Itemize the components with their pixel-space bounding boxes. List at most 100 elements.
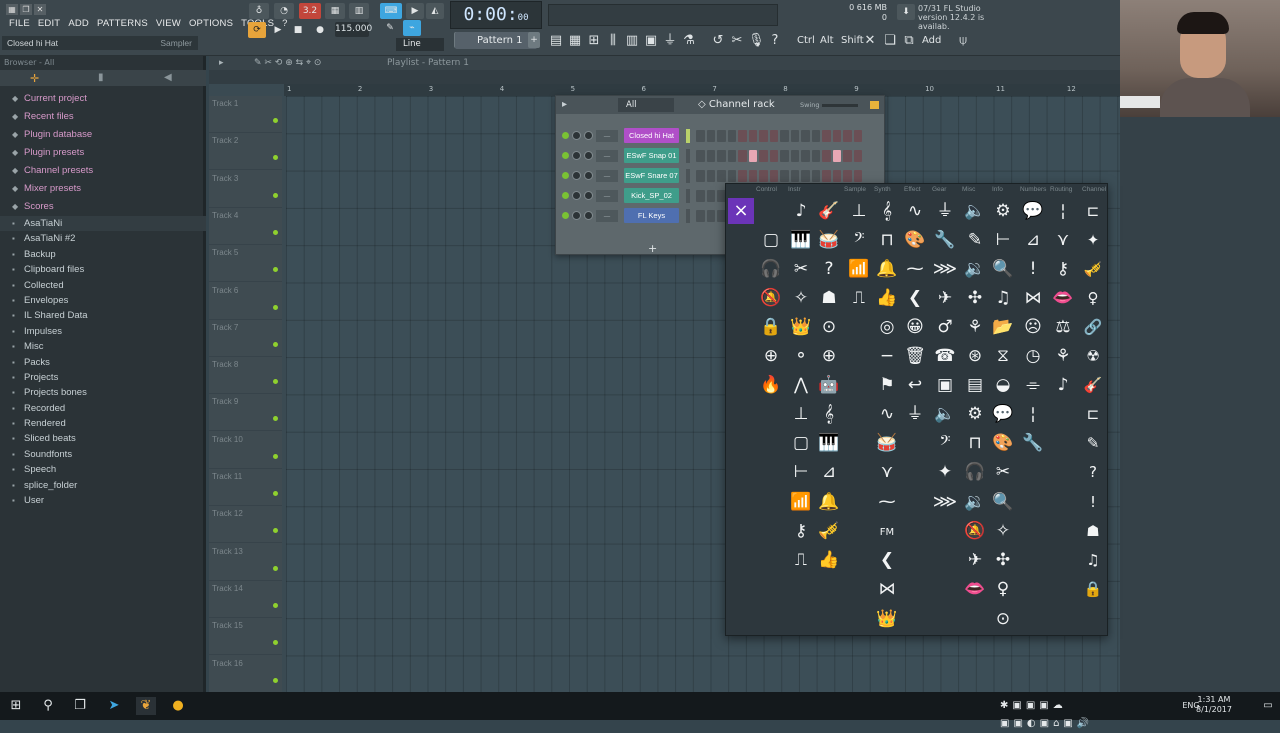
instrument-glyph-icon[interactable]: ⋎ [1050,227,1076,253]
instrument-glyph-icon[interactable]: ◷ [1020,343,1046,369]
instrument-glyph-icon[interactable]: 🎸 [816,198,842,224]
browser-star-icon[interactable]: ✛ [30,72,39,85]
channel-name-button[interactable]: Kick_SP_02 [624,188,679,203]
step-button[interactable] [811,150,820,162]
instrument-glyph-icon[interactable]: ⚷ [1050,256,1076,282]
track-mute-led[interactable] [273,677,278,683]
pan-knob[interactable] [572,171,581,180]
instrument-glyph-icon[interactable]: 📂 [990,314,1016,340]
instrument-glyph-icon[interactable]: ⋀ [788,372,814,398]
channel-rack-icon[interactable]: ▥ [624,32,640,50]
instrument-glyph-icon[interactable]: 🔔 [874,256,900,282]
track-header[interactable]: Track 13 [209,544,282,581]
instrument-glyph-icon[interactable]: 😀 [902,314,928,340]
browser-item[interactable]: ▪ Clipboard files [0,262,206,277]
cut-icon[interactable]: ✂ [729,32,745,50]
instrument-glyph-icon[interactable]: 🥁 [874,430,900,456]
channel-led[interactable] [562,152,569,159]
track-header[interactable]: Track 16 [209,656,282,693]
browser-item[interactable]: ◆ Mixer presets [0,180,206,198]
instrument-glyph-icon[interactable]: ⚬ [788,343,814,369]
loop-icon[interactable]: ▥ [349,3,369,19]
instrument-glyph-icon[interactable]: ♪ [1050,372,1076,398]
track-header[interactable]: Track 3 [209,171,282,208]
windows-start-icon[interactable]: ⊞ [6,697,26,715]
snap-icon[interactable]: ⌁ [403,20,421,36]
pencil-icon[interactable]: ✎ [381,20,399,36]
step-button[interactable] [769,150,778,162]
instrument-glyph-icon[interactable]: ! [1080,489,1106,515]
instrument-glyph-icon[interactable]: ⏚ [902,401,928,427]
instrument-glyph-icon[interactable]: 🗑 [902,343,928,369]
step-button[interactable] [780,150,789,162]
instrument-glyph-icon[interactable]: ⊿ [1020,227,1046,253]
step-button[interactable] [832,150,841,162]
instrument-glyph-icon[interactable]: 🔕 [962,518,988,544]
instrument-glyph-icon[interactable]: 🔔 [816,489,842,515]
track-mute-led[interactable] [273,341,278,347]
mic-icon[interactable]: 🎙 [748,32,765,50]
channel-select[interactable] [686,129,690,143]
pan-knob[interactable] [572,211,581,220]
instrument-glyph-icon[interactable]: ⎍ [788,547,814,573]
step-button[interactable] [759,130,768,142]
browser-item[interactable]: ▪ AsaTiaNi [0,216,206,232]
step-button[interactable] [759,170,768,182]
browser-item[interactable]: ▪ Projects [0,370,206,385]
step-button[interactable] [843,150,852,162]
step-button[interactable] [801,150,810,162]
recorder-taskbar-icon[interactable]: ● [168,697,188,715]
play-icon[interactable]: ▶ [270,22,286,38]
instrument-glyph-icon[interactable]: 🔒 [758,314,784,340]
undo-icon[interactable]: ↺ [710,32,726,50]
add-channel-button[interactable]: + [648,242,657,255]
instrument-glyph-icon[interactable]: 📶 [788,489,814,515]
pattern-selector[interactable]: Pattern 1 [455,32,537,49]
step-button[interactable] [738,170,747,182]
taskbar-clock[interactable]: 1:31 AM 8/1/2017 [1190,695,1238,715]
browser-file-icon[interactable]: ▮ [98,72,104,83]
instrument-glyph-icon[interactable]: − [874,343,900,369]
shift-key[interactable]: Shift [841,32,864,50]
ctrl-key[interactable]: Ctrl [797,32,815,50]
instrument-glyph-icon[interactable]: 🔧 [1020,430,1046,456]
instrument-glyph-icon[interactable]: 𝄢 [932,430,958,456]
step-button[interactable] [696,170,705,182]
wait-icon[interactable]: ◔ [274,3,294,19]
close-panel-icon[interactable]: ✕ [862,32,878,50]
step-button[interactable] [759,150,768,162]
tools-icon[interactable]: ⚗ [681,32,697,50]
instrument-glyph-icon[interactable]: ⚑ [874,372,900,398]
instrument-glyph-icon[interactable]: ❮ [874,547,900,573]
track-mute-led[interactable] [273,267,278,273]
instrument-glyph-icon[interactable]: ⊥ [788,401,814,427]
step-button[interactable] [790,150,799,162]
pattern-song-toggle[interactable]: ⟳ [248,22,266,38]
rack-menu-icon[interactable]: ▸ [562,96,567,114]
track-mute-led[interactable] [273,229,278,235]
step-icon[interactable]: ▦ [325,3,345,19]
instrument-glyph-icon[interactable]: 🎸 [1080,372,1106,398]
browser-item[interactable]: ◆ Plugin presets [0,144,206,162]
channel-name-button[interactable]: ESwF Snap 01 [624,148,679,163]
channel-select[interactable] [686,169,690,183]
pan-knob[interactable] [572,151,581,160]
instrument-glyph-icon[interactable]: ⎍ [846,285,872,311]
channel-led[interactable] [562,172,569,179]
instrument-glyph-icon[interactable]: ⋙ [932,256,958,282]
browser-item[interactable]: ▪ splice_folder [0,478,206,493]
step-button[interactable] [769,170,778,182]
instrument-glyph-icon[interactable]: ♂ [932,314,958,340]
browser-item[interactable]: ◆ Current project [0,90,206,108]
step-button[interactable] [706,210,715,222]
instrument-glyph-icon[interactable]: ⚘ [962,314,988,340]
search-icon[interactable]: ⚲ [38,697,58,715]
rack-view-icon[interactable] [870,101,879,109]
browser-item[interactable]: ▪ Rendered [0,416,206,431]
instrument-glyph-icon[interactable]: ▤ [962,372,988,398]
instrument-glyph-icon[interactable]: ∿ [874,401,900,427]
step-sequencer-icon[interactable]: ⊞ [586,32,602,50]
track-header[interactable]: Track 10 [209,432,282,469]
channel-select[interactable] [686,149,690,163]
instrument-glyph-icon[interactable]: ⊢ [788,459,814,485]
